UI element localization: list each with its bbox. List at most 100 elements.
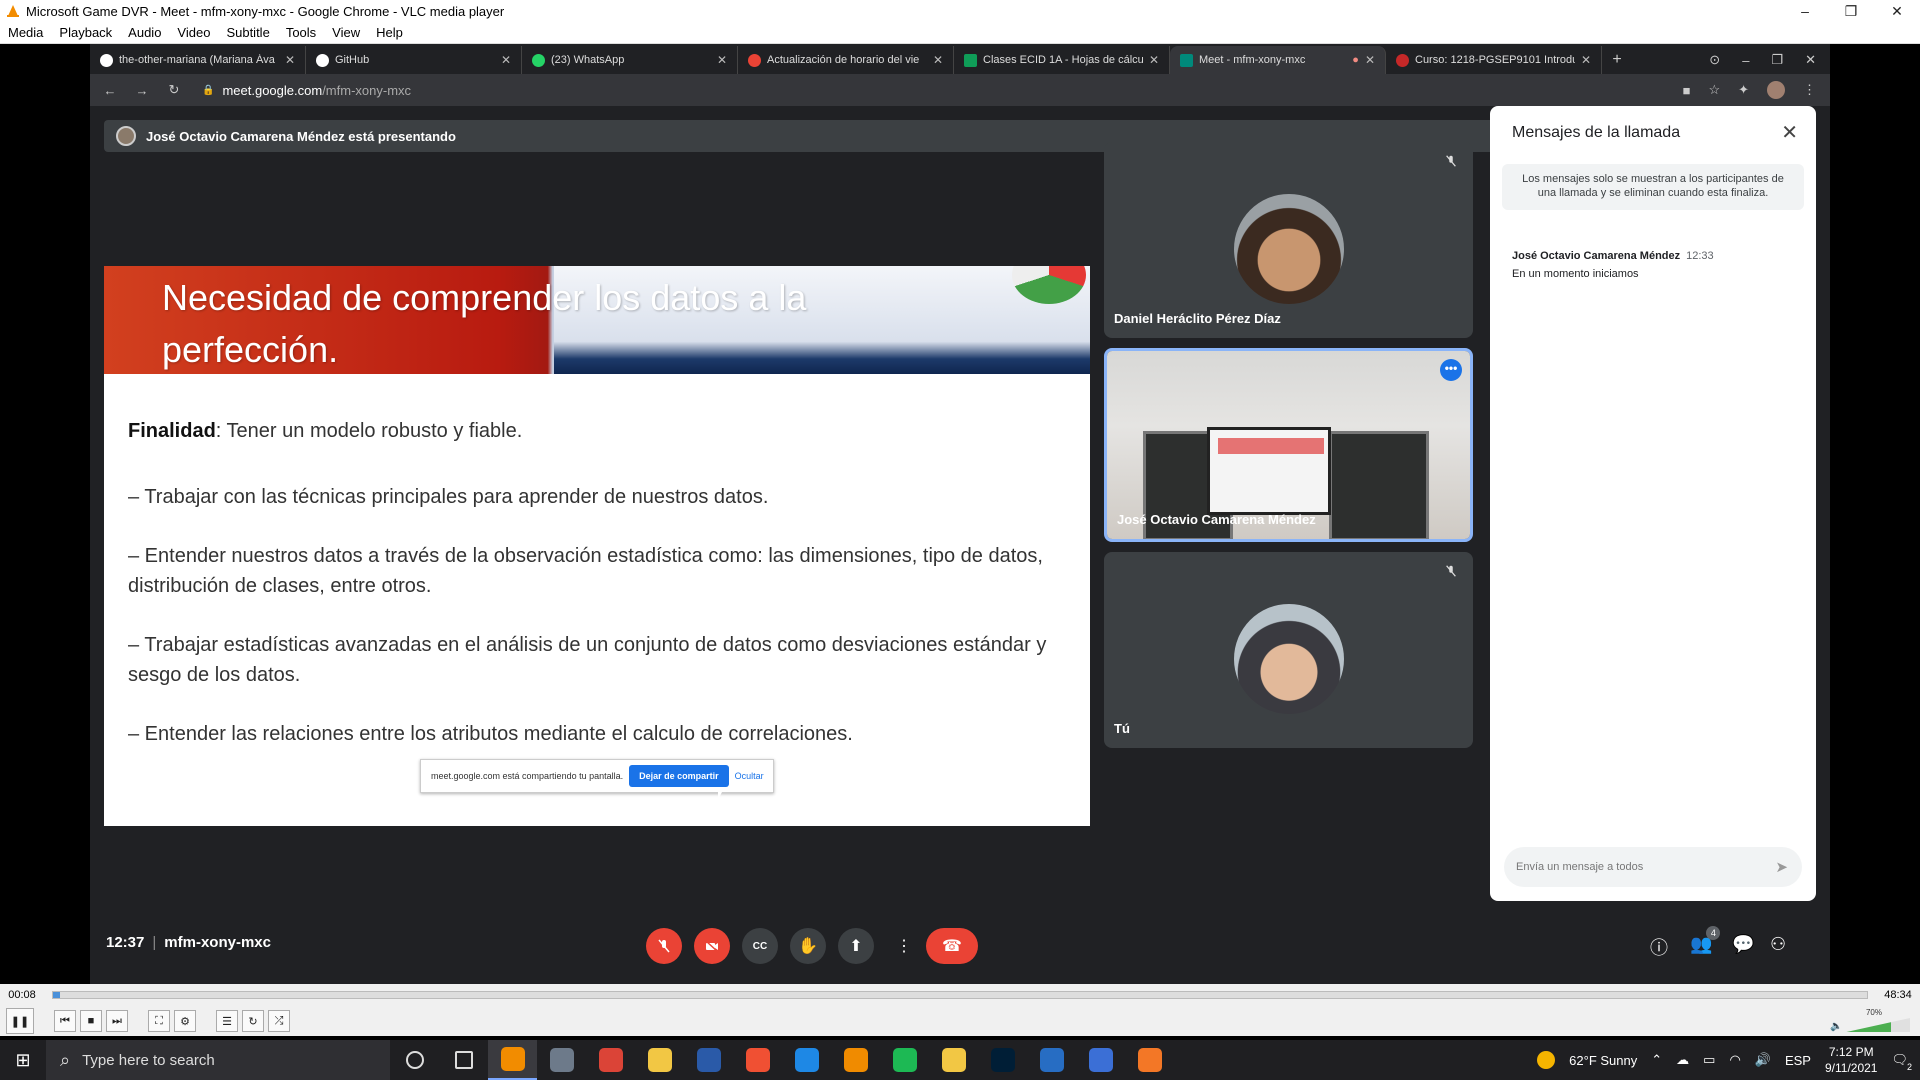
chrome-menu-icon[interactable]: ⋮ xyxy=(1803,82,1816,98)
spotify-icon[interactable] xyxy=(880,1040,929,1080)
browser-maximize-icon[interactable]: ❐ xyxy=(1771,52,1783,68)
menu-view[interactable]: View xyxy=(324,25,368,40)
reload-icon[interactable]: ↻ xyxy=(162,82,186,98)
close-tab-icon[interactable]: ✕ xyxy=(933,53,943,67)
raise-hand-button[interactable]: ✋ xyxy=(790,928,826,964)
wifi-icon[interactable]: ◠ xyxy=(1729,1052,1740,1068)
close-tab-icon[interactable]: ✕ xyxy=(1365,53,1375,67)
more-options-icon[interactable]: ••• xyxy=(1440,359,1462,381)
participant-tile-self[interactable]: Tú xyxy=(1104,552,1473,748)
extended-settings-button[interactable]: ⚙ xyxy=(174,1010,196,1032)
leave-call-button[interactable]: ☎ xyxy=(926,928,978,964)
clock[interactable]: 7:12 PM 9/11/2021 xyxy=(1825,1044,1878,1076)
r-icon[interactable] xyxy=(1027,1040,1076,1080)
mic-off-button[interactable] xyxy=(646,928,682,964)
powershell-icon[interactable] xyxy=(684,1040,733,1080)
notifications-icon[interactable]: 🗨 2 xyxy=(1891,1052,1912,1072)
menu-audio[interactable]: Audio xyxy=(120,25,169,40)
taskbar-search[interactable]: ⌕ Type here to search xyxy=(46,1040,390,1080)
menu-tools[interactable]: Tools xyxy=(278,25,324,40)
jupyter-icon[interactable] xyxy=(1125,1040,1174,1080)
activities-icon[interactable]: ⚇ xyxy=(1770,934,1786,955)
vlc-icon[interactable] xyxy=(488,1040,537,1080)
media-record-icon[interactable]: ⊙ xyxy=(1709,52,1720,68)
file-explorer-icon[interactable] xyxy=(635,1040,684,1080)
camera-off-icon xyxy=(705,940,719,953)
tab-github[interactable]: GitHub ✕ xyxy=(306,46,522,74)
stop-sharing-button[interactable]: Dejar de compartir xyxy=(629,765,729,787)
next-button[interactable]: ⏭ xyxy=(106,1010,128,1032)
volume-slider[interactable]: 🔈 70% xyxy=(1830,1008,1910,1032)
mail-icon[interactable] xyxy=(537,1040,586,1080)
participant-tile[interactable]: Daniel Heráclito Pérez Díaz xyxy=(1104,142,1473,338)
forward-icon[interactable]: → xyxy=(130,83,154,98)
chat-input[interactable]: Envía un mensaje a todos ➤ xyxy=(1504,847,1802,887)
people-icon[interactable]: 👥 4 xyxy=(1690,926,1721,955)
video-area[interactable]: the-other-mariana (Mariana Áva ✕ GitHub ✕ … xyxy=(0,44,1920,984)
onedrive-icon[interactable]: ☁ xyxy=(1676,1052,1689,1068)
hide-notice-button[interactable]: Ocultar xyxy=(735,771,764,781)
battery-icon[interactable]: ▭ xyxy=(1703,1052,1715,1068)
bookmark-star-icon[interactable]: ☆ xyxy=(1708,82,1720,98)
camera-icon[interactable]: ■ xyxy=(1683,83,1691,98)
stop-button[interactable]: ■ xyxy=(80,1010,102,1032)
meeting-details-icon[interactable]: ⓘ xyxy=(1650,934,1668,960)
close-tab-icon[interactable]: ✕ xyxy=(717,53,727,67)
camera-off-button[interactable] xyxy=(694,928,730,964)
menu-help[interactable]: Help xyxy=(368,25,411,40)
new-tab-button[interactable]: + xyxy=(1602,46,1632,74)
close-tab-icon[interactable]: ✕ xyxy=(501,53,511,67)
close-tab-icon[interactable]: ✕ xyxy=(285,53,295,67)
menu-video[interactable]: Video xyxy=(169,25,218,40)
pause-button[interactable]: ❚❚ xyxy=(6,1008,34,1034)
language-indicator[interactable]: ESP xyxy=(1785,1053,1811,1068)
seek-bar[interactable] xyxy=(52,991,1868,999)
tab-gmail[interactable]: Actualización de horario del vie ✕ xyxy=(738,46,954,74)
git-icon[interactable] xyxy=(733,1040,782,1080)
photoshop-icon[interactable] xyxy=(978,1040,1027,1080)
close-tab-icon[interactable]: ✕ xyxy=(1581,53,1591,67)
meeting-time: 12:37 xyxy=(106,934,145,951)
fullscreen-button[interactable]: ⛶ xyxy=(148,1010,170,1032)
present-button[interactable]: ⬆ xyxy=(838,928,874,964)
tab-sheets[interactable]: Clases ECID 1A - Hojas de cálcul ✕ xyxy=(954,46,1170,74)
playlist-button[interactable]: ☰ xyxy=(216,1010,238,1032)
menu-media[interactable]: Media xyxy=(0,25,51,40)
participant-tile-active[interactable]: ••• José Octavio Camarena Méndez xyxy=(1104,348,1473,542)
app-icon[interactable] xyxy=(929,1040,978,1080)
volume-icon[interactable]: 🔊 xyxy=(1755,1052,1771,1068)
close-icon[interactable]: ✕ xyxy=(1781,120,1798,145)
cortana-icon[interactable] xyxy=(390,1040,439,1080)
captions-button[interactable]: CC xyxy=(742,928,778,964)
browser-minimize-icon[interactable]: – xyxy=(1742,53,1749,68)
minimize-button[interactable]: – xyxy=(1782,0,1828,22)
random-button[interactable]: ⤮ xyxy=(268,1010,290,1032)
task-view-icon[interactable] xyxy=(439,1040,488,1080)
chat-icon[interactable]: 💬 xyxy=(1732,934,1754,955)
tab-github-profile[interactable]: the-other-mariana (Mariana Áva ✕ xyxy=(90,46,306,74)
back-icon[interactable]: ← xyxy=(98,83,122,98)
maximize-button[interactable]: ❐ xyxy=(1828,0,1874,22)
tab-meet[interactable]: Meet - mfm-xony-mxc ● ✕ xyxy=(1170,46,1386,74)
close-tab-icon[interactable]: ✕ xyxy=(1149,53,1159,67)
weather-text[interactable]: 62°F Sunny xyxy=(1569,1053,1637,1068)
profile-avatar[interactable] xyxy=(1767,81,1785,99)
tab-course[interactable]: Curso: 1218-PGSEP9101 Introdu ✕ xyxy=(1386,46,1602,74)
loop-button[interactable]: ↻ xyxy=(242,1010,264,1032)
more-options-button[interactable]: ⋮ xyxy=(886,928,922,964)
extensions-icon[interactable]: ✦ xyxy=(1738,82,1749,98)
menu-subtitle[interactable]: Subtitle xyxy=(218,25,277,40)
close-button[interactable]: ✕ xyxy=(1874,0,1920,22)
menu-playback[interactable]: Playback xyxy=(51,25,120,40)
chrome-icon[interactable] xyxy=(586,1040,635,1080)
vscode-icon[interactable] xyxy=(782,1040,831,1080)
app2-icon[interactable] xyxy=(1076,1040,1125,1080)
sublime-icon[interactable] xyxy=(831,1040,880,1080)
previous-button[interactable]: ⏮ xyxy=(54,1010,76,1032)
start-button[interactable]: ⊞ xyxy=(0,1040,46,1080)
send-icon[interactable]: ➤ xyxy=(1775,858,1788,876)
tab-whatsapp[interactable]: (23) WhatsApp ✕ xyxy=(522,46,738,74)
address-bar[interactable]: 🔒 meet.google.com/mfm-xony-mxc xyxy=(202,78,1683,102)
browser-close-icon[interactable]: ✕ xyxy=(1805,52,1816,68)
tray-chevron-icon[interactable]: ⌃ xyxy=(1651,1052,1662,1068)
